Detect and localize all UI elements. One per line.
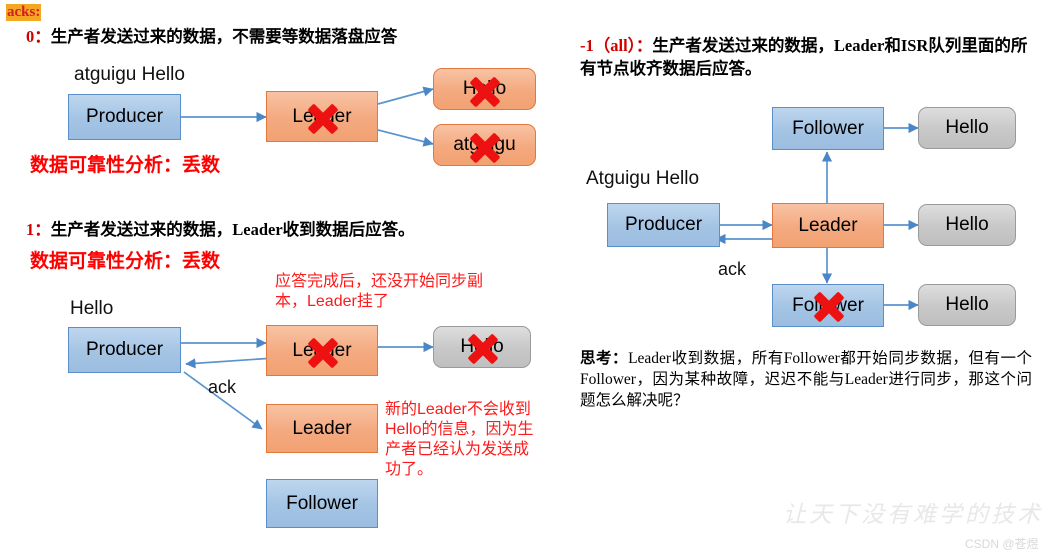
analysis-text-ack0: 数据可靠性分析：丢数 <box>30 155 221 176</box>
node-hello-bottom-ackall: Hello <box>918 284 1016 326</box>
node-producer-ack0: Producer <box>68 94 181 140</box>
node-label: Hello <box>462 78 507 99</box>
node-label: Follower <box>792 117 864 139</box>
note-leader-crashed: 应答完成后，还没开始同步副本，Leader挂了 <box>275 273 484 310</box>
node-hello-ack0: Hello <box>433 68 536 110</box>
node-label: atguigu <box>453 134 516 155</box>
node-producer-ack1: Producer <box>68 327 181 373</box>
section-number-ack0: 0： <box>26 27 51 46</box>
node-label: Follower <box>286 492 358 514</box>
ack-label-ackall: ack <box>718 259 747 279</box>
think-label: 思考： <box>580 350 629 367</box>
node-producer-ackall: Producer <box>607 203 720 247</box>
note-new-leader-missing-data: 新的Leader不会收到Hello的信息，因为生产者已经认为发送成功了。 <box>385 401 534 478</box>
section-text-ack0: 生产者发送过来的数据，不需要等数据落盘应答 <box>50 27 398 46</box>
watermark-csdn: CSDN @苍煜 <box>965 537 1039 551</box>
section-text-ack1: 生产者发送过来的数据，Leader收到数据后应答。 <box>50 220 415 239</box>
ack-label-ack1: ack <box>208 377 237 397</box>
slide-canvas: acks: 0：生产者发送过来的数据，不需要等数据落盘应答 atguigu He… <box>0 0 1048 556</box>
node-hello-top-ackall: Hello <box>918 107 1016 149</box>
node-leader-ack0: Leader <box>266 91 378 142</box>
node-follower-bottom-ackall: Follower <box>772 284 884 327</box>
node-label: Hello <box>460 336 504 357</box>
arrow-leader-to-hello-0 <box>377 86 434 105</box>
node-label: Leader <box>798 214 858 236</box>
node-atguigu-ack0: atguigu <box>433 124 536 166</box>
arrow-leader-to-atguigu-0 <box>377 129 434 147</box>
node-label: Hello <box>945 117 989 138</box>
node-label: Hello <box>945 294 989 315</box>
node-label: Producer <box>624 214 703 235</box>
node-leader-ackall: Leader <box>772 203 884 248</box>
analysis-text-ack1: 数据可靠性分析：丢数 <box>30 251 221 272</box>
think-text: Leader收到数据，所有Follower都开始同步数据，但有一个Followe… <box>580 350 1032 409</box>
node-label: Producer <box>85 339 164 360</box>
node-new-leader-ack1: Leader <box>266 404 378 453</box>
section-number-ackall: -1（all）： <box>580 36 653 55</box>
node-follower-top-ackall: Follower <box>772 107 884 150</box>
node-label: Follower <box>792 294 864 316</box>
node-stored-hello-ack1: Hello <box>433 326 531 368</box>
producer-message-ack1: Hello <box>70 298 114 319</box>
producer-message-ack0: atguigu Hello <box>74 64 185 85</box>
node-label: Hello <box>945 214 989 235</box>
watermark-slogan: 让天下没有难学的技术 <box>783 502 1043 527</box>
node-label: Leader <box>292 417 352 439</box>
section-heading-ackall: -1（all）：生产者发送过来的数据，Leader和ISR队列里面的所有节点收齐… <box>580 34 1030 80</box>
node-leader-ack1: Leader <box>266 325 378 376</box>
node-label: Leader <box>292 339 352 361</box>
producer-message-ackall: Atguigu Hello <box>586 168 700 189</box>
acks-label: acks: <box>6 4 42 21</box>
node-follower-ack1: Follower <box>266 479 378 528</box>
node-hello-mid-ackall: Hello <box>918 204 1016 246</box>
section-heading-ack1: 1：生产者发送过来的数据，Leader收到数据后应答。 <box>26 219 415 240</box>
node-label: Leader <box>292 105 352 127</box>
section-number-ack1: 1： <box>26 220 51 239</box>
think-paragraph: 思考：Leader收到数据，所有Follower都开始同步数据，但有一个Foll… <box>580 348 1032 411</box>
section-heading-ack0: 0：生产者发送过来的数据，不需要等数据落盘应答 <box>26 26 397 47</box>
node-label: Producer <box>85 106 164 127</box>
